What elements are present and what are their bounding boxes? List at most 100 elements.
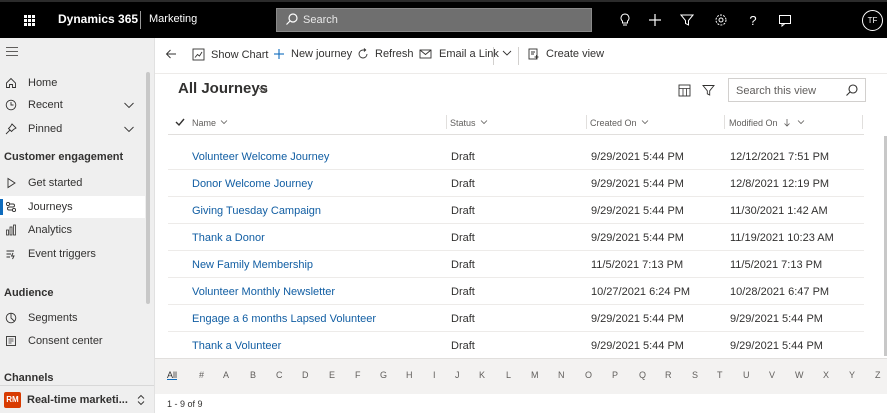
- create-view-button[interactable]: Create view: [528, 48, 604, 60]
- column-header-created-on[interactable]: Created On: [590, 112, 649, 134]
- area-switcher[interactable]: RM Real-time marketi...: [0, 385, 154, 413]
- alpha-filter-u[interactable]: U: [743, 370, 750, 380]
- search-icon[interactable]: [845, 83, 859, 100]
- table-row[interactable]: New Family Membership Draft 11/5/2021 7:…: [168, 251, 864, 278]
- sidebar-item-home[interactable]: Home: [0, 72, 145, 94]
- alpha-filter-d[interactable]: D: [302, 370, 309, 380]
- alpha-filter-i[interactable]: I: [433, 370, 436, 380]
- alpha-filter-z[interactable]: Z: [875, 370, 881, 380]
- chevron-down-icon[interactable]: [123, 123, 135, 138]
- table-row[interactable]: Thank a Volunteer Draft 9/29/2021 5:44 P…: [168, 332, 864, 359]
- alpha-filter-y[interactable]: Y: [849, 370, 855, 380]
- alpha-filter-a[interactable]: A: [223, 370, 229, 380]
- journey-name-link[interactable]: Thank a Donor: [192, 232, 265, 244]
- view-search-input[interactable]: Search this view: [728, 78, 866, 102]
- app-name[interactable]: Dynamics 365: [58, 12, 138, 26]
- back-button[interactable]: [165, 48, 183, 60]
- alpha-filter-x[interactable]: X: [823, 370, 829, 380]
- column-header-modified-on[interactable]: Modified On: [729, 112, 805, 134]
- chevron-down-icon[interactable]: [123, 99, 135, 114]
- hamburger-menu-icon[interactable]: [6, 47, 18, 59]
- alpha-filter-l[interactable]: L: [506, 370, 511, 380]
- journey-name-link[interactable]: Engage a 6 months Lapsed Volunteer: [192, 313, 376, 325]
- alpha-filter-m[interactable]: M: [531, 370, 539, 380]
- alpha-filter-g[interactable]: G: [380, 370, 387, 380]
- view-selector-chevron-icon[interactable]: [258, 85, 268, 98]
- alpha-filter-e[interactable]: E: [329, 370, 335, 380]
- section-customer-engagement: Customer engagement: [4, 151, 124, 163]
- sidebar-item-event-triggers[interactable]: Event triggers: [0, 243, 145, 265]
- global-search-input[interactable]: Search: [276, 8, 592, 32]
- sidebar-scrollbar[interactable]: [146, 72, 150, 304]
- status-cell: Draft: [451, 232, 475, 244]
- alpha-filter-f[interactable]: F: [355, 370, 361, 380]
- app-launcher-waffle-icon[interactable]: [18, 9, 40, 31]
- column-separator[interactable]: [586, 115, 587, 129]
- alpha-filter-t[interactable]: T: [717, 370, 723, 380]
- filter-icon[interactable]: [678, 11, 696, 29]
- sidebar-item-segments[interactable]: Segments: [0, 307, 145, 329]
- feedback-icon[interactable]: [776, 11, 794, 29]
- column-separator[interactable]: [446, 115, 447, 129]
- alpha-filter-v[interactable]: V: [769, 370, 775, 380]
- sidebar-item-recent[interactable]: Recent: [0, 94, 145, 116]
- module-name[interactable]: Marketing: [149, 13, 197, 25]
- email-link-dropdown[interactable]: [502, 48, 518, 58]
- journey-name-link[interactable]: Donor Welcome Journey: [192, 178, 313, 190]
- journey-name-link[interactable]: Giving Tuesday Campaign: [192, 205, 321, 217]
- created-on-cell: 9/29/2021 5:44 PM: [591, 232, 684, 244]
- chevron-down-icon: [641, 118, 649, 128]
- status-cell: Draft: [451, 259, 475, 271]
- consent-icon: [4, 334, 18, 348]
- alpha-filter-all[interactable]: All: [167, 370, 177, 380]
- create-view-label: Create view: [546, 48, 605, 60]
- view-title[interactable]: All Journeys: [178, 80, 268, 97]
- plus-icon[interactable]: [646, 11, 664, 29]
- table-row[interactable]: Thank a Donor Draft 9/29/2021 5:44 PM 11…: [168, 224, 864, 251]
- table-row[interactable]: Giving Tuesday Campaign Draft 9/29/2021 …: [168, 197, 864, 224]
- select-all-checkbox[interactable]: [175, 112, 185, 134]
- journey-name-link[interactable]: New Family Membership: [192, 259, 313, 271]
- column-header-label: Created On: [590, 118, 637, 128]
- sidebar-item-pinned[interactable]: Pinned: [0, 118, 145, 140]
- email-link-button[interactable]: Email a Link: [419, 48, 499, 60]
- show-chart-label: Show Chart: [211, 48, 269, 61]
- alpha-filter-b[interactable]: B: [250, 370, 256, 380]
- refresh-button[interactable]: Refresh: [357, 48, 414, 60]
- journey-name-link[interactable]: Thank a Volunteer: [192, 340, 281, 352]
- gear-icon[interactable]: [712, 11, 730, 29]
- alpha-filter-w[interactable]: W: [795, 370, 804, 380]
- sidebar-item-consent-center[interactable]: Consent center: [0, 330, 145, 352]
- column-separator[interactable]: [862, 115, 863, 129]
- table-row[interactable]: Donor Welcome Journey Draft 9/29/2021 5:…: [168, 170, 864, 197]
- journey-name-link[interactable]: Volunteer Monthly Newsletter: [192, 286, 335, 298]
- alpha-filter-h[interactable]: H: [406, 370, 413, 380]
- show-chart-button[interactable]: Show Chart: [192, 48, 268, 61]
- table-row[interactable]: Engage a 6 months Lapsed Volunteer Draft…: [168, 305, 864, 332]
- journey-name-link[interactable]: Volunteer Welcome Journey: [192, 151, 329, 163]
- column-header-status[interactable]: Status: [450, 112, 488, 134]
- column-header-name[interactable]: Name: [192, 112, 228, 134]
- table-row[interactable]: Volunteer Monthly Newsletter Draft 10/27…: [168, 278, 864, 305]
- sidebar-item-get-started[interactable]: Get started: [0, 172, 145, 194]
- alpha-filter-j[interactable]: J: [455, 370, 460, 380]
- sidebar-item-analytics[interactable]: Analytics: [0, 219, 145, 241]
- filter-icon[interactable]: [702, 84, 715, 100]
- alpha-filter-c[interactable]: C: [276, 370, 283, 380]
- alpha-filter-o[interactable]: O: [585, 370, 592, 380]
- table-row[interactable]: Volunteer Welcome Journey Draft 9/29/202…: [168, 143, 864, 170]
- new-journey-button[interactable]: New journey: [273, 48, 352, 60]
- alpha-filter-n[interactable]: N: [558, 370, 565, 380]
- sidebar-item-journeys[interactable]: Journeys: [0, 196, 145, 218]
- user-avatar[interactable]: TF: [862, 10, 883, 31]
- alpha-filter-p[interactable]: P: [612, 370, 618, 380]
- alpha-filter-q[interactable]: Q: [639, 370, 646, 380]
- alpha-filter-s[interactable]: S: [692, 370, 698, 380]
- alpha-filter-hash[interactable]: #: [199, 370, 204, 380]
- lightbulb-icon[interactable]: [616, 11, 634, 29]
- help-icon[interactable]: ?: [744, 11, 762, 29]
- alpha-filter-k[interactable]: K: [479, 370, 485, 380]
- edit-columns-icon[interactable]: [678, 84, 691, 100]
- column-separator[interactable]: [724, 115, 725, 129]
- alpha-filter-r[interactable]: R: [665, 370, 672, 380]
